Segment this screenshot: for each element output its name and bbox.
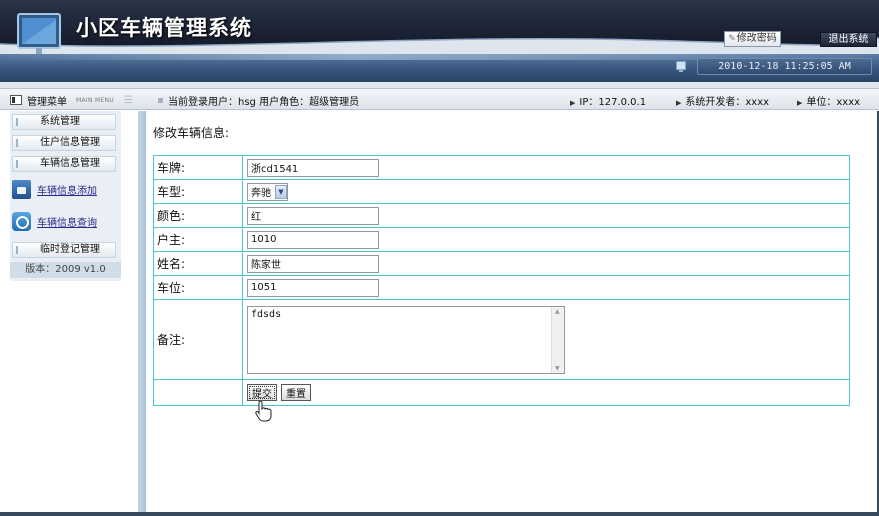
sidebar-item-vehicles[interactable]: 车辆信息管理 (12, 156, 116, 172)
menu-title: 管理菜单 (27, 96, 67, 108)
version-label: 版本：2009 v1.0 (10, 262, 121, 278)
sidebar-item-temp-registration[interactable]: 临时登记管理 (12, 242, 116, 258)
info-bar: 管理菜单 MAIN MENU ☰ 当前登录用户：hsg 用户角色：超级管理员 ▶… (0, 88, 879, 110)
logout-button[interactable]: 退出系统 (820, 32, 877, 47)
sidebar-subitem-search-vehicle[interactable]: 车辆信息查询 (12, 211, 118, 231)
type-label: 车型: (153, 179, 243, 204)
change-password-button[interactable]: ✎修改密码 (724, 31, 781, 47)
hand-cursor-icon (255, 400, 272, 422)
page-title: 修改车辆信息: (153, 126, 230, 140)
name-label: 姓名: (153, 251, 243, 276)
car-search-icon (12, 211, 31, 231)
unit-info: ▶ 单位：xxxx (797, 93, 860, 108)
menu-subtitle: MAIN MENU (76, 96, 114, 104)
unit-text: 单位：xxxx (806, 97, 861, 108)
screen-icon (676, 61, 686, 72)
ip-text: IP：127.0.0.1 (579, 97, 647, 108)
developer-info: ▶ 系统开发者：xxxx (676, 93, 769, 108)
plate-input[interactable] (247, 158, 379, 177)
submit-button[interactable]: 提交 (247, 384, 277, 401)
remark-scrollbar[interactable] (551, 306, 564, 373)
bottom-border (0, 512, 879, 516)
name-input[interactable] (247, 254, 379, 273)
current-user-text: 当前登录用户：hsg 用户角色：超级管理员 (168, 97, 360, 108)
form-row-remark: 备注: fdsds (153, 299, 850, 380)
add-vehicle-link[interactable]: 车辆信息添加 (37, 182, 97, 197)
ip-info: ▶ IP：127.0.0.1 (570, 93, 646, 108)
form-row-space: 车位: (153, 275, 850, 300)
separator-lines-icon: ☰ (124, 94, 133, 106)
change-password-label: 修改密码 (736, 33, 777, 44)
chevron-down-icon[interactable]: ▼ (275, 184, 287, 199)
triangle-bullet-icon: ▶ (676, 99, 682, 107)
plate-label: 车牌: (153, 155, 243, 180)
sidebar-item-residents[interactable]: 住户信息管理 (12, 135, 116, 151)
developer-text: 系统开发者：xxxx (685, 97, 770, 108)
header: 小区车辆管理系统 ✎修改密码 退出系统 2010-12-18 11:25:05 … (0, 0, 879, 88)
main-content: 修改车辆信息: 车牌: 车型: 奔驰 ▼ 颜色: 户主: 姓名: (146, 111, 879, 516)
form-row-plate: 车牌: (153, 155, 850, 180)
form-row-owner: 户主: (153, 227, 850, 252)
owner-label: 户主: (153, 227, 243, 252)
menu-header: 管理菜单 MAIN MENU ☰ (10, 93, 133, 108)
reset-button[interactable]: 重置 (281, 384, 311, 401)
car-add-icon (12, 179, 31, 199)
triangle-bullet-icon: ▶ (797, 99, 803, 107)
datetime-display: 2010-12-18 11:25:05 AM (697, 58, 872, 75)
vehicle-form: 车牌: 车型: 奔驰 ▼ 颜色: 户主: 姓名: 车位: (153, 155, 850, 406)
menu-icon (10, 95, 22, 105)
triangle-bullet-icon: ▶ (570, 99, 576, 107)
color-input[interactable] (247, 206, 379, 225)
app-title: 小区车辆管理系统 (76, 16, 252, 40)
remark-field-wrapper: fdsds (247, 305, 565, 374)
sidebar-item-system[interactable]: 系统管理 (12, 114, 116, 130)
key-icon: ✎ (728, 34, 736, 44)
sidebar: 系统管理 住户信息管理 车辆信息管理 车辆信息添加 车辆信息查询 临时登记管理 … (0, 111, 146, 516)
form-row-color: 颜色: (153, 203, 850, 228)
form-row-name: 姓名: (153, 251, 850, 276)
owner-input[interactable] (247, 230, 379, 249)
search-vehicle-link[interactable]: 车辆信息查询 (37, 214, 97, 229)
sidebar-subitem-add-vehicle[interactable]: 车辆信息添加 (12, 179, 118, 199)
sidebar-divider (138, 111, 146, 516)
parking-space-input[interactable] (247, 278, 379, 297)
form-row-type: 车型: 奔驰 ▼ (153, 179, 850, 204)
remark-textarea[interactable]: fdsds (247, 305, 565, 374)
space-label: 车位: (153, 275, 243, 300)
bullet-square-icon (158, 98, 163, 103)
current-user-info: 当前登录用户：hsg 用户角色：超级管理员 (158, 93, 359, 108)
type-select-value: 奔驰 (251, 188, 271, 199)
remark-label: 备注: (153, 299, 243, 380)
color-label: 颜色: (153, 203, 243, 228)
type-select[interactable]: 奔驰 ▼ (247, 182, 288, 201)
